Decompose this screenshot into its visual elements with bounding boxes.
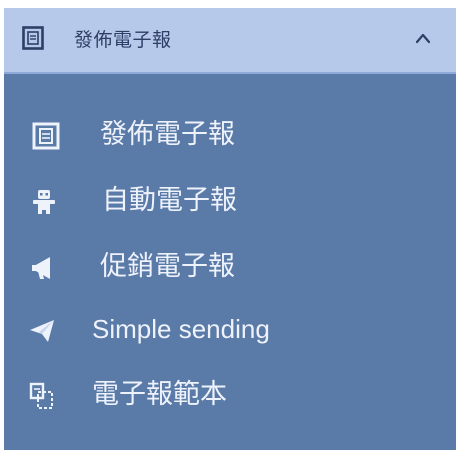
newsletter-icon <box>22 26 44 50</box>
sidebar-menu: 發佈電子報 發佈電子報 自動電子報 促銷電子報 Simple sending 電… <box>4 8 456 450</box>
menu-item-label: 電子報範本 <box>92 379 227 410</box>
robot-icon <box>33 190 55 214</box>
menu-item-newsletter-templates[interactable]: 電子報範本 <box>4 368 456 424</box>
menu-item-auto-newsletter[interactable]: 自動電子報 <box>4 174 456 230</box>
menu-header-title: 發佈電子報 <box>74 29 172 51</box>
megaphone-icon <box>32 257 50 279</box>
menu-item-publish-newsletter[interactable]: 發佈電子報 <box>4 108 456 164</box>
newsletter-icon <box>32 122 60 150</box>
menu-item-label: Simple sending <box>92 314 270 344</box>
menu-header-publish-newsletter[interactable]: 發佈電子報 <box>4 8 456 74</box>
canvas: 發佈電子報 發佈電子報 自動電子報 促銷電子報 Simple sending 電… <box>0 0 456 458</box>
menu-item-simple-sending[interactable]: Simple sending <box>4 302 456 358</box>
menu-item-label: 自動電子報 <box>102 185 237 216</box>
menu-item-promo-newsletter[interactable]: 促銷電子報 <box>4 240 456 296</box>
menu-item-label: 促銷電子報 <box>100 251 235 282</box>
menu-item-label: 發佈電子報 <box>100 119 235 150</box>
template-icon <box>29 382 53 409</box>
chevron-up-icon[interactable] <box>415 32 431 44</box>
paper-plane-icon <box>30 320 54 342</box>
